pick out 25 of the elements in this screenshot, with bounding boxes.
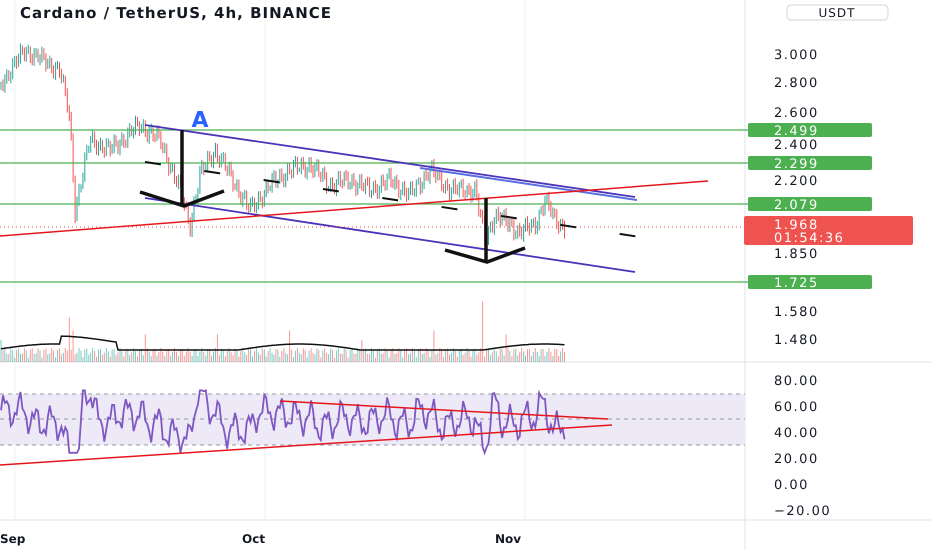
time-axis-label: Sep [0, 532, 26, 546]
rsi-axis-label: −20.00 [774, 504, 832, 519]
time-axis-label: Oct [242, 532, 266, 546]
rsi-axis-label: 20.00 [774, 452, 819, 467]
rsi-axis-label: 80.00 [774, 374, 819, 389]
price-axis-label: 2.200 [774, 174, 819, 189]
price-axis-label: 1.480 [774, 333, 819, 348]
price-axis-label: 1.580 [774, 305, 819, 320]
price-axis-label: 2.400 [774, 138, 819, 153]
price-level-label: 2.499 [748, 123, 872, 139]
time-axis-label: Nov [495, 532, 522, 546]
rsi-axis-label: 40.00 [774, 426, 819, 441]
current-price-label: 1.968 01:54:36 [744, 216, 913, 246]
currency-button[interactable]: USDT [786, 4, 888, 20]
price-level-label: 2.079 [748, 197, 872, 213]
chart-title: Cardano / TetherUS, 4h, BINANCE [20, 4, 332, 22]
rsi-axis-label: 0.00 [774, 478, 809, 493]
rsi-axis-label: 60.00 [774, 400, 819, 415]
price-level-label: 1.725 [748, 275, 872, 291]
price-level-label: 2.299 [748, 156, 872, 172]
price-axis-label: 1.850 [774, 247, 819, 262]
price-axis-label: 3.000 [774, 48, 819, 63]
pattern-label: A [191, 108, 209, 133]
price-axis-label: 2.800 [774, 76, 819, 91]
price-axis-label: 2.600 [774, 106, 819, 121]
